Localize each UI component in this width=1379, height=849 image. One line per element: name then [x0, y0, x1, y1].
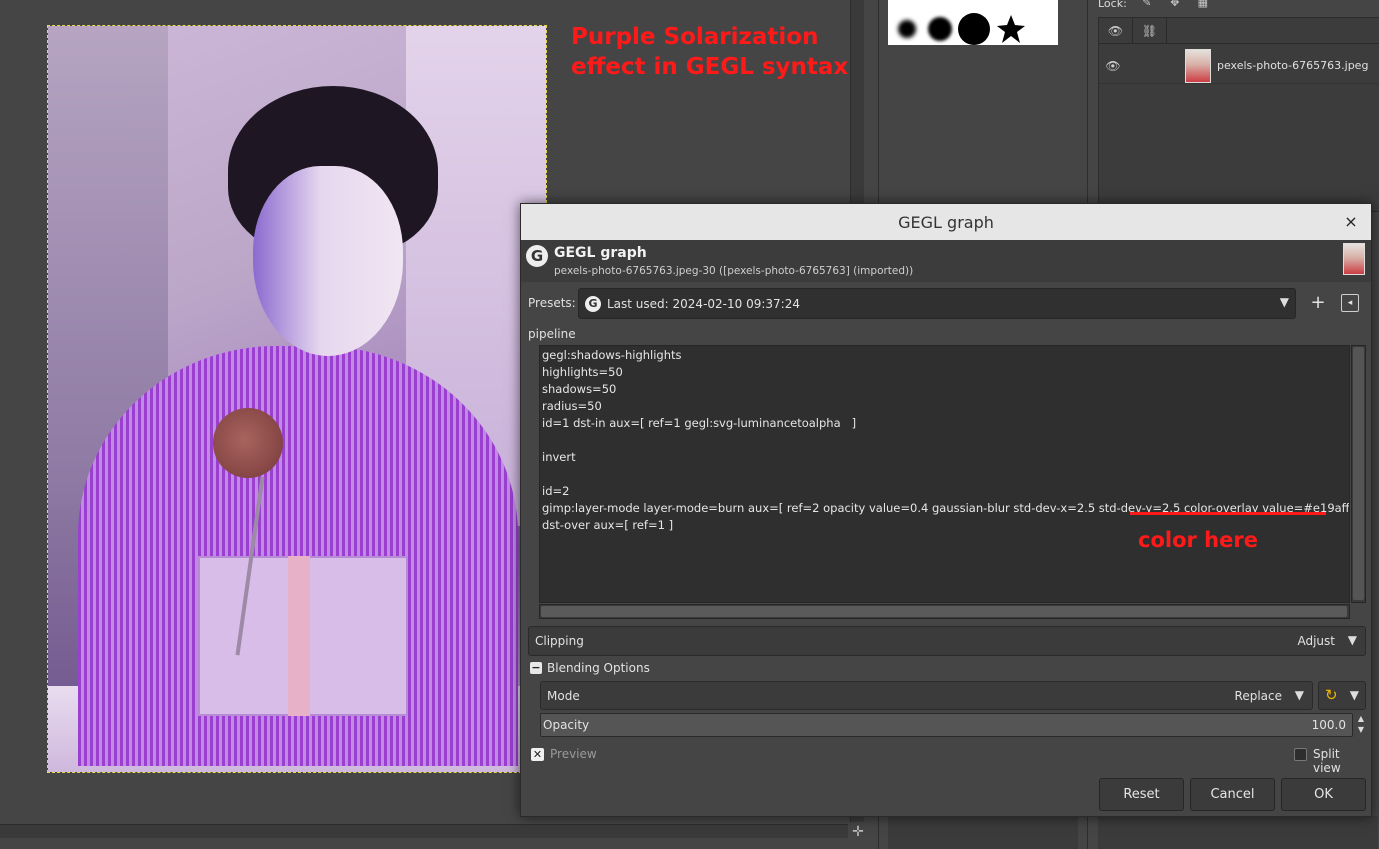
- mode-label: Mode: [547, 689, 580, 703]
- cancel-button[interactable]: Cancel: [1190, 778, 1275, 811]
- preset-menu-button[interactable]: ◂: [1341, 294, 1359, 312]
- navigate-icon[interactable]: ✛: [850, 824, 866, 840]
- composite-mode-dropdown[interactable]: ↻ ▼: [1318, 681, 1366, 710]
- layer-visibility-icon[interactable]: 👁: [1099, 59, 1127, 73]
- dialog-title: GEGL graph: [898, 212, 994, 232]
- split-view-label[interactable]: Split view: [1313, 747, 1371, 775]
- presets-dropdown[interactable]: G Last used: 2024-02-10 09:37:24 ▼: [578, 288, 1296, 319]
- mode-dropdown[interactable]: Mode Replace ▼: [540, 681, 1313, 710]
- brush-hard-large[interactable]: [958, 13, 990, 45]
- pipeline-line: invert: [542, 450, 576, 464]
- layer-thumbnail: [1185, 48, 1211, 83]
- pipeline-horizontal-scrollbar[interactable]: [539, 604, 1350, 619]
- pipeline-code: gegl:shadows-highlights highlights=50 sh…: [542, 347, 1349, 534]
- blending-collapse-toggle[interactable]: −: [530, 662, 542, 674]
- photo-face: [253, 166, 403, 356]
- opacity-spin-buttons[interactable]: ▲ ▼: [1355, 713, 1367, 737]
- pipeline-vertical-scrollbar[interactable]: [1351, 345, 1366, 603]
- pipeline-line: shadows=50: [542, 382, 617, 396]
- pipeline-line: radius=50: [542, 399, 602, 413]
- layers-list: 👁 ⛓ 👁 pexels-photo-6765763.jpeg: [1098, 17, 1379, 212]
- clipping-label: Clipping: [535, 634, 584, 648]
- image-canvas[interactable]: [47, 25, 547, 773]
- pipeline-line: gegl:shadows-highlights: [542, 348, 682, 362]
- layers-dock-bottom: [1098, 816, 1378, 849]
- scrollbar-thumb[interactable]: [541, 606, 1347, 617]
- chevron-down-icon: ▼: [1279, 295, 1289, 309]
- presets-label: Presets:: [528, 296, 576, 310]
- opacity-value: 100.0: [1311, 718, 1346, 732]
- image-thumbnail: [1343, 243, 1365, 275]
- pipeline-line: [542, 432, 1349, 449]
- chain-column-icon: ⛓: [1133, 18, 1167, 43]
- pipeline-line: highlights=50: [542, 365, 623, 379]
- chevron-down-icon: ▼: [1349, 688, 1359, 702]
- close-icon[interactable]: ×: [1341, 212, 1361, 232]
- reset-button[interactable]: Reset: [1099, 778, 1184, 811]
- pipeline-label: pipeline: [528, 327, 576, 341]
- clipping-dropdown[interactable]: Clipping Adjust ▼: [528, 626, 1366, 656]
- preview-label[interactable]: Preview: [550, 747, 597, 761]
- gegl-preset-icon: G: [585, 295, 601, 312]
- brushes-dock-bottom: [888, 816, 1078, 849]
- photo-preview: [48, 26, 546, 772]
- brush-grid[interactable]: [888, 0, 1058, 45]
- layers-header: 👁 ⛓: [1099, 18, 1379, 44]
- annotation-color-note: color here: [1138, 528, 1258, 552]
- lock-pixels-icon[interactable]: ✎: [1139, 0, 1155, 9]
- photo-gift-ribbon: [288, 556, 310, 716]
- presets-value: Last used: 2024-02-10 09:37:24: [607, 296, 800, 311]
- pipeline-textarea[interactable]: gegl:shadows-highlights highlights=50 sh…: [539, 345, 1350, 603]
- chevron-down-icon: ▼: [1347, 633, 1357, 647]
- layer-row[interactable]: 👁 pexels-photo-6765763.jpeg: [1099, 48, 1379, 84]
- ok-button[interactable]: OK: [1281, 778, 1366, 811]
- composite-swap-icon: ↻: [1325, 686, 1338, 704]
- add-preset-button[interactable]: +: [1307, 292, 1329, 314]
- dialog-header: G GEGL graph pexels-photo-6765763.jpeg-3…: [521, 240, 1371, 282]
- mode-value: Replace: [1234, 689, 1282, 703]
- blending-options-label[interactable]: Blending Options: [547, 661, 650, 675]
- split-view-checkbox[interactable]: [1294, 748, 1307, 761]
- lock-label: Lock:: [1098, 0, 1127, 10]
- header-subtitle: pexels-photo-6765763.jpeg-30 ([pexels-ph…: [554, 265, 914, 277]
- chevron-down-icon: ▼: [1294, 688, 1304, 702]
- brush-medium[interactable]: [928, 17, 952, 41]
- layer-name[interactable]: pexels-photo-6765763.jpeg: [1217, 59, 1368, 72]
- opacity-slider[interactable]: Opacity 100.0: [540, 713, 1353, 737]
- preview-checkbox[interactable]: ✕: [531, 748, 544, 761]
- lock-row: Lock: ✎ ✥ ▦: [1098, 0, 1211, 10]
- gegl-graph-dialog: GEGL graph × G GEGL graph pexels-photo-6…: [520, 203, 1372, 817]
- annotation-underline: [1130, 512, 1326, 515]
- annotation-title: Purple Solarization effect in GEGL synta…: [571, 24, 849, 80]
- visibility-column-icon: 👁: [1099, 18, 1133, 43]
- lock-alpha-icon[interactable]: ▦: [1195, 0, 1211, 9]
- canvas-horizontal-scrollbar[interactable]: [0, 824, 848, 838]
- clipping-value: Adjust: [1297, 634, 1335, 648]
- opacity-label: Opacity: [543, 718, 590, 732]
- pipeline-line: id=2: [542, 484, 570, 498]
- brush-star[interactable]: [996, 14, 1026, 44]
- gegl-logo-icon: G: [526, 245, 548, 267]
- pipeline-line: [542, 466, 1349, 483]
- pipeline-line: id=1 dst-in aux=[ ref=1 gegl:svg-luminan…: [542, 416, 857, 430]
- scrollbar-thumb[interactable]: [1353, 347, 1364, 600]
- photo-rose: [213, 408, 283, 478]
- lock-position-icon[interactable]: ✥: [1167, 0, 1183, 9]
- brush-small[interactable]: [898, 20, 916, 38]
- dialog-titlebar[interactable]: GEGL graph ×: [521, 204, 1371, 240]
- header-title: GEGL graph: [554, 245, 647, 261]
